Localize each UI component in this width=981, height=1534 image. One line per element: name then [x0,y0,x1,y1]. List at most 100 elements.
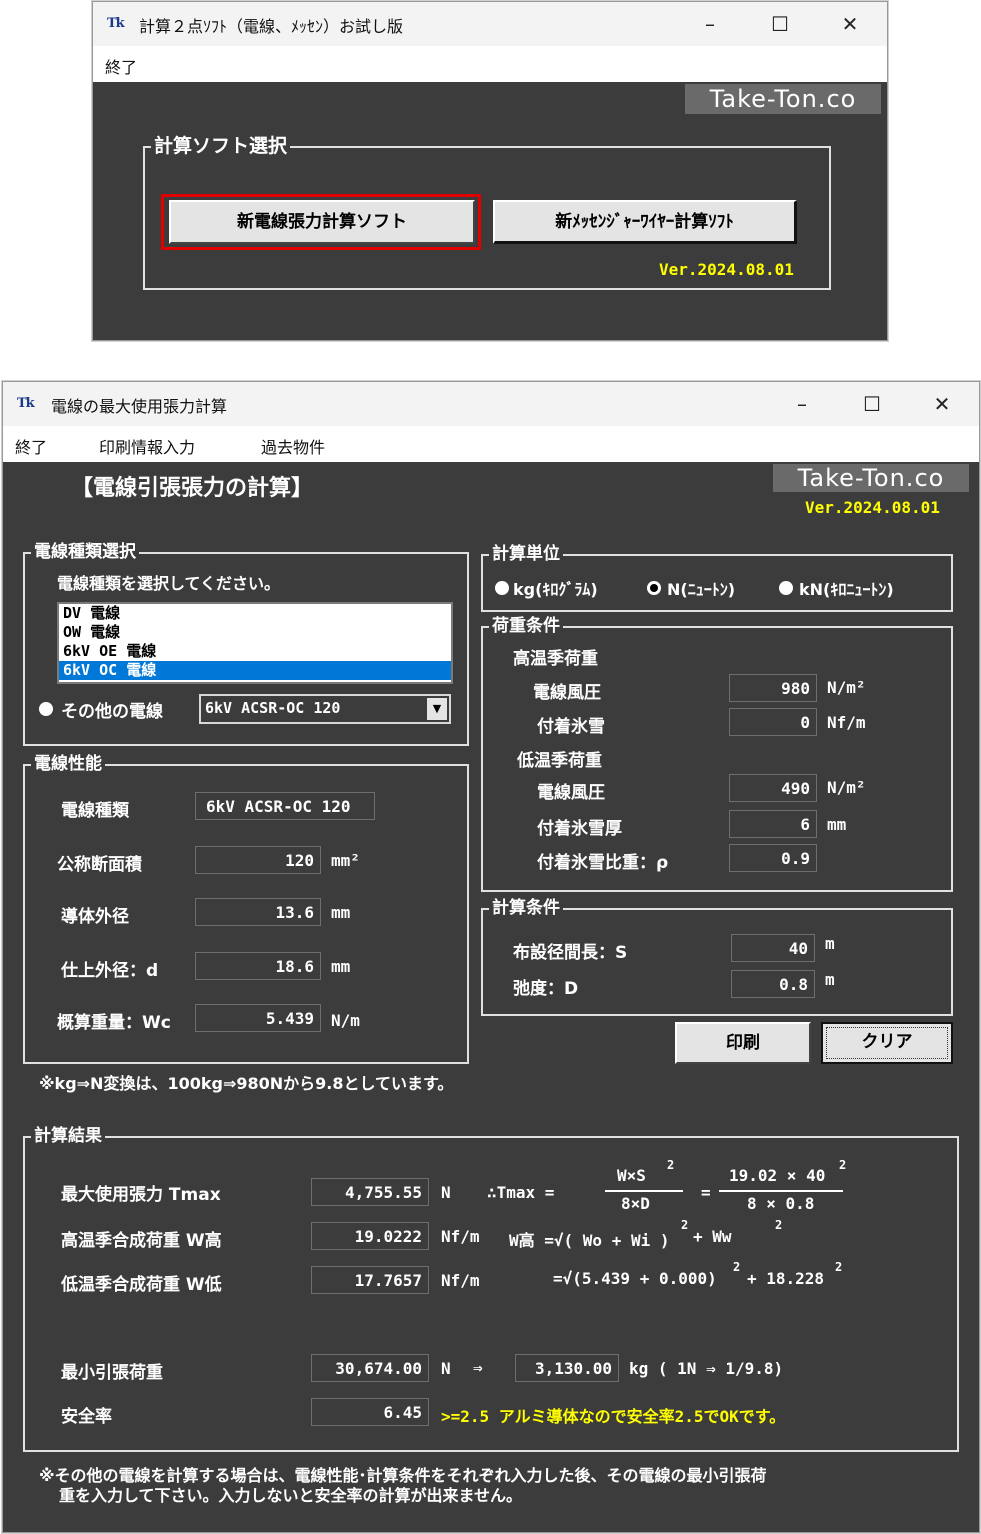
wire-type-instruction: 電線種類を選択してください。 [57,574,281,593]
tmax-unit: N [441,1183,451,1202]
minimize-icon[interactable]: – [687,2,733,46]
unit-kg-radio[interactable] [495,581,509,595]
brand-logo: Take-Ton.co [685,84,881,114]
high-temp-load-label: 高温季合成荷重 W高 [61,1231,222,1251]
tmax-formula-numerator: W×S [617,1166,646,1185]
wire-type-label: 電線種類 [61,801,129,821]
wire-titlebar: Tk 電線の最大使用張力計算 – ☐ ✕ [3,382,979,426]
high-temp-formula-sq: 2 [681,1218,689,1232]
low-temp-load-field: 17.7657 [311,1266,429,1294]
wind-pressure-low-label: 電線風圧 [537,783,605,803]
software-select-legend: 計算ソフト選択 [151,135,291,157]
list-item-selected[interactable]: 6kV OC 電線 [59,661,451,680]
ice-thickness-label: 付着氷雪厚 [537,819,622,839]
wind-pressure-field[interactable]: 980 [729,674,817,702]
menu-exit[interactable]: 終了 [15,434,47,458]
wind-pressure-unit: N/m² [827,678,866,697]
other-wire-value: 6kV ACSR-OC 120 [205,699,341,717]
span-length-unit: m [825,934,835,953]
unit-kn-label[interactable]: kN(ｷﾛﾆｭｰﾄﾝ) [799,576,894,600]
launcher-window: Tk 計算２点ｿﾌﾄ（電線、ﾒｯｾﾝ）お試し版 – ☐ ✕ 終了 Take-To… [92,1,888,341]
min-tensile-field[interactable]: 30,674.00 [311,1354,429,1382]
nominal-area-field[interactable]: 120 [195,846,321,874]
menu-exit[interactable]: 終了 [105,54,137,78]
low-temp-formula-sq: 2 [733,1260,741,1274]
nominal-area-label: 公称断面積 [57,855,142,875]
other-wire-radio[interactable] [39,702,53,716]
weight-field[interactable]: 5.439 [195,1004,321,1032]
wire-type-listbox[interactable]: DV 電線 OW 電線 6kV OE 電線 6kV OC 電線 [57,602,453,684]
conductor-diameter-field[interactable]: 13.6 [195,898,321,926]
launcher-title: 計算２点ｿﾌﾄ（電線、ﾒｯｾﾝ）お試し版 [139,17,404,36]
minimize-icon[interactable]: – [779,382,825,426]
tmax-formula-therefore: ∴Tmax = [487,1183,555,1202]
other-wire-dropdown[interactable]: 6kV ACSR-OC 120 ▼ [199,694,451,724]
wire-type-legend: 電線種類選択 [31,541,139,563]
wire-tension-window: Tk 電線の最大使用張力計算 – ☐ ✕ 終了 印刷情報入力 過去物件 【電線引… [2,381,980,1533]
fraction-bar [605,1190,683,1192]
safety-factor-note: >=2.5 アルミ導体なので安全率2.5でOKです。 [441,1407,786,1426]
nominal-area-unit: mm² [331,851,360,870]
sag-unit: m [825,970,835,989]
ice-density-field[interactable]: 0.9 [729,844,817,872]
tmax-formula-sq2: 2 [839,1158,847,1172]
tmax-formula-equals: = [701,1183,711,1202]
wire-performance-group: 電線性能 電線種類 6kV ACSR-OC 120 公称断面積 120 mm² … [23,753,469,1064]
unit-n-radio[interactable] [647,581,661,595]
wind-pressure-low-field[interactable]: 490 [729,774,817,802]
tmax-field: 4,755.55 [311,1178,429,1206]
menu-print-info[interactable]: 印刷情報入力 [99,434,195,458]
min-tensile-label: 最小引張荷重 [61,1363,163,1383]
wire-type-field[interactable]: 6kV ACSR-OC 120 [195,792,375,820]
calc-condition-legend: 計算条件 [489,897,563,919]
outer-diameter-label: 仕上外径：d [61,961,159,981]
unit-kg-label[interactable]: kg(ｷﾛｸﾞﾗﾑ) [513,576,598,600]
launcher-menubar: 終了 [93,46,887,82]
weight-unit: N/m [331,1011,360,1030]
list-item[interactable]: OW 電線 [59,623,451,642]
low-temp-formula-tail: + 18.228 [747,1269,825,1288]
calc-result-group: 計算結果 最大使用張力 Tmax 4,755.55 N ∴Tmax = W×S … [23,1125,959,1452]
wire-version: Ver.2024.08.01 [805,498,940,517]
maximize-icon[interactable]: ☐ [849,382,895,426]
low-temp-title: 低温季荷重 [517,751,602,771]
low-temp-load-label: 低温季合成荷重 W低 [61,1275,222,1295]
launcher-version: Ver.2024.08.01 [659,260,794,279]
unit-n-label[interactable]: N(ﾆｭｰﾄﾝ) [667,576,735,600]
clear-button[interactable]: クリア [821,1022,953,1064]
close-icon[interactable]: ✕ [827,2,873,46]
safety-factor-field: 6.45 [311,1398,429,1426]
wind-pressure-low-unit: N/m² [827,778,866,797]
unit-group: 計算単位 kg(ｷﾛｸﾞﾗﾑ) N(ﾆｭｰﾄﾝ) kN(ｷﾛﾆｭｰﾄﾝ) [481,543,953,612]
high-temp-formula: W高 =√( Wo + Wi ) [509,1231,670,1250]
app-logo-icon: Tk [107,16,125,31]
span-length-field[interactable]: 40 [731,934,815,962]
kg-conversion-note: ※kg⇒N変換は、100kg⇒980Nから9.8としています。 [39,1074,454,1093]
close-icon[interactable]: ✕ [919,382,965,426]
list-item[interactable]: DV 電線 [59,604,451,623]
high-temp-load-unit: Nf/m [441,1227,480,1246]
outer-diameter-field[interactable]: 18.6 [195,952,321,980]
menu-past-projects[interactable]: 過去物件 [261,434,325,458]
wire-type-group: 電線種類選択 電線種類を選択してください。 DV 電線 OW 電線 6kV OE… [23,541,469,746]
maximize-icon[interactable]: ☐ [757,2,803,46]
print-button[interactable]: 印刷 [675,1022,811,1064]
outer-diameter-unit: mm [331,957,351,976]
chevron-down-icon[interactable]: ▼ [427,698,447,720]
list-item[interactable]: 6kV OE 電線 [59,642,451,661]
wire-window-title: 電線の最大使用張力計算 [51,397,228,416]
low-temp-load-unit: Nf/m [441,1271,480,1290]
load-condition-legend: 荷重条件 [489,615,563,637]
ice-thickness-field[interactable]: 6 [729,810,817,838]
conductor-diameter-unit: mm [331,903,351,922]
ice-load-label: 付着氷雪 [537,717,605,737]
wire-tension-software-button[interactable]: 新電線張力計算ソフト [169,200,475,244]
other-wire-label: その他の電線 [61,702,163,722]
tmax-formula-denominator-values: 8 × 0.8 [747,1194,815,1213]
page-heading: 【電線引張張力の計算】 [71,476,314,501]
calc-result-legend: 計算結果 [31,1125,105,1147]
messenger-wire-software-button[interactable]: 新ﾒｯｾﾝｼﾞｬｰﾜｲﾔｰ計算ｿﾌﾄ [493,200,797,244]
ice-load-field[interactable]: 0 [729,708,817,736]
unit-kn-radio[interactable] [779,581,793,595]
sag-field[interactable]: 0.8 [731,970,815,998]
